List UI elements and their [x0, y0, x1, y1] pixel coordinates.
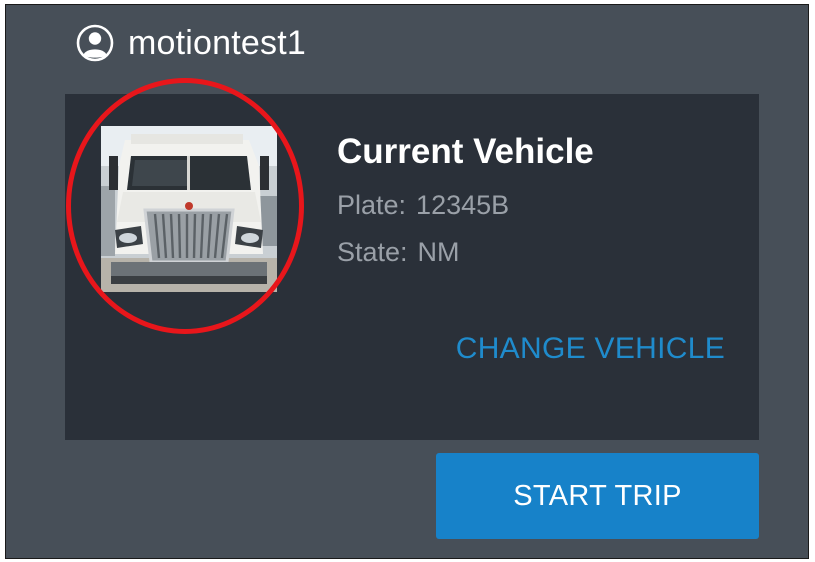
- card-title: Current Vehicle: [337, 132, 594, 171]
- change-vehicle-button[interactable]: CHANGE VEHICLE: [456, 332, 725, 366]
- user-circle-icon: [76, 24, 114, 62]
- vehicle-photo: [101, 126, 277, 292]
- username: motiontest1: [128, 23, 306, 62]
- plate-value: 12345B: [416, 190, 510, 220]
- plate-label: Plate:: [337, 190, 407, 220]
- current-vehicle-card: Current Vehicle Plate: 12345B State: NM CH…: [65, 78, 759, 440]
- state-value: NM: [417, 237, 460, 267]
- state-label: State:: [337, 237, 408, 267]
- state-info: State: NM: [337, 237, 460, 268]
- start-trip-label: START TRIP: [513, 479, 682, 512]
- app-screen: motiontest1 Current Vehicle Plate: 12345…: [5, 4, 809, 559]
- start-trip-button[interactable]: START TRIP: [436, 453, 759, 539]
- plate-info: Plate: 12345B: [337, 190, 509, 221]
- user-header: motiontest1: [76, 21, 306, 65]
